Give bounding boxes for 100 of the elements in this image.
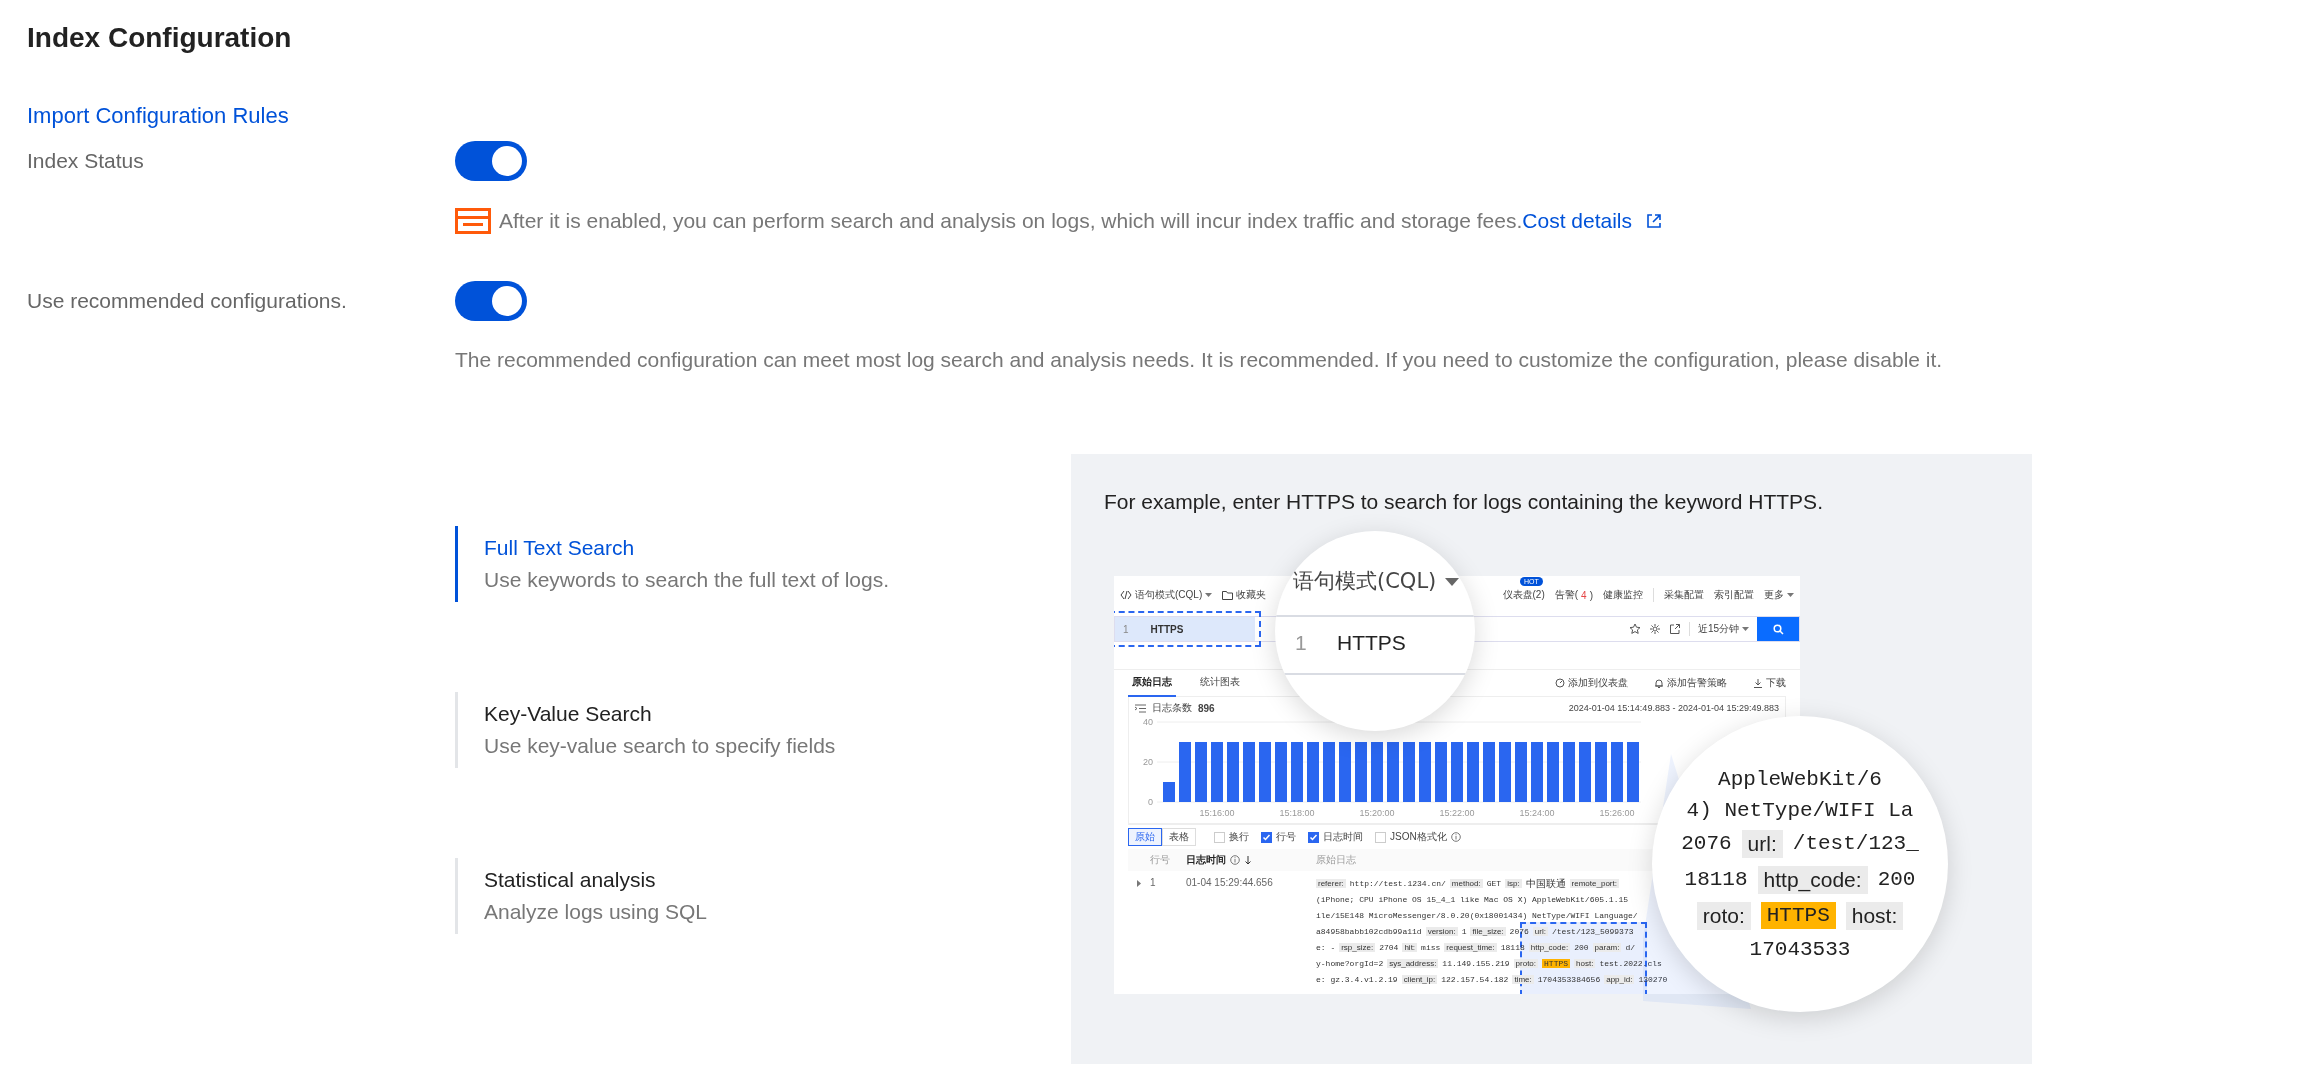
chart-bar <box>1499 742 1511 802</box>
checkbox[interactable] <box>1261 831 1272 843</box>
toolbar-action[interactable]: 添加告警策略 <box>1654 676 1727 690</box>
log-count-label: 日志条数 <box>1152 701 1192 715</box>
axis-label: 15:22:00 <box>1439 808 1475 818</box>
match-highlight: HTTPS <box>1760 902 1836 929</box>
field-value: /test/123_ <box>1792 832 1919 855</box>
field-value: a84958babb102cdb99a11d <box>1316 927 1422 936</box>
chart-bar <box>1291 742 1303 802</box>
chart-bar <box>1243 742 1255 802</box>
toolbar-action[interactable]: 添加到仪表盘 <box>1555 676 1628 690</box>
field-key: remote_port: <box>1569 879 1619 888</box>
field-value: d/ <box>1625 943 1636 952</box>
more-menu[interactable]: 更多 <box>1764 588 1794 602</box>
cost-details-link[interactable]: Cost details <box>1522 209 1633 232</box>
chart-bar <box>1595 742 1607 802</box>
query-text: HTTPS <box>1337 631 1406 655</box>
field-key: url: <box>1532 927 1548 936</box>
bell-icon <box>1654 678 1664 688</box>
nav-item[interactable]: 仪表盘(2) <box>1502 588 1545 602</box>
page-title: Index Configuration <box>27 22 293 54</box>
field-key: proto: <box>1513 959 1539 968</box>
view-toggle[interactable]: 原始 <box>1128 828 1162 846</box>
sort-arrow-icon[interactable] <box>1244 855 1252 865</box>
log-tab[interactable]: 原始日志 <box>1128 669 1176 697</box>
field-value: ile/15E148 MicroMessenger/8.0.20(0x18001434) NetType/WIFI Language/ <box>1316 911 1638 920</box>
nav-item[interactable]: 采集配置 <box>1664 588 1704 602</box>
checkbox[interactable] <box>1308 831 1319 843</box>
caret-icon <box>1445 577 1459 587</box>
feature-description: Analyze logs using SQL <box>484 900 708 924</box>
match-highlight: HTTPS <box>1542 959 1571 968</box>
chart-bar <box>1483 742 1495 802</box>
chart-bar <box>1451 742 1463 802</box>
caret-icon <box>1742 626 1749 632</box>
chart-bar <box>1179 742 1191 802</box>
search-button[interactable] <box>1757 617 1799 641</box>
field-key: file_size: <box>1470 927 1506 936</box>
chart-bar <box>1227 742 1239 802</box>
toggle-switch[interactable] <box>455 141 527 181</box>
field-value: 中国联通 <box>1525 876 1566 891</box>
chart-bar <box>1323 742 1335 802</box>
chart-bar <box>1275 742 1287 802</box>
field-key: rsp_size: <box>1339 943 1376 952</box>
field-key: time: <box>1512 975 1534 984</box>
field-value: 18118 <box>1500 943 1525 952</box>
axis-label: 40 <box>1143 717 1153 727</box>
toolbar-action[interactable]: 下载 <box>1753 676 1786 690</box>
share-icon[interactable] <box>1668 623 1681 635</box>
view-toggle[interactable]: 表格 <box>1162 828 1196 846</box>
field-value: 200 <box>1574 943 1589 952</box>
favorites-button[interactable]: 收藏夹 <box>1222 588 1267 602</box>
checkbox-label: 日志时间 <box>1323 830 1363 844</box>
star-icon[interactable] <box>1628 623 1641 635</box>
field-key: referer: <box>1316 879 1346 888</box>
log-tab[interactable]: 统计图表 <box>1196 669 1244 697</box>
chart-bar <box>1563 742 1575 802</box>
chart-bar <box>1515 742 1527 802</box>
expand-icon[interactable] <box>1136 880 1142 887</box>
field-value: e: gz.3.4.v1.2.19 <box>1316 975 1398 984</box>
field-key: param: <box>1592 943 1622 952</box>
query-editor[interactable]: 1 HTTPS <box>1115 617 1255 641</box>
field-key: version: <box>1425 927 1458 936</box>
axis-label: 15:24:00 <box>1519 808 1555 818</box>
axis-label: 0 <box>1148 797 1153 807</box>
field-value: 11.149.155.219 <box>1442 959 1510 968</box>
field-value: y-home?orgId=2 <box>1316 959 1384 968</box>
column-header: 日志时间 <box>1186 853 1226 867</box>
chart-bar <box>1419 742 1431 802</box>
download-icon <box>1753 678 1763 688</box>
axis-label: 15:20:00 <box>1359 808 1395 818</box>
field-value: e: - <box>1316 943 1336 952</box>
feature-title: Full Text Search <box>484 536 636 560</box>
field-key: sys_address: <box>1387 959 1439 968</box>
import-rules-link[interactable]: Import Configuration Rules <box>27 103 289 128</box>
column-header: 行号 <box>1150 853 1170 867</box>
nav-item[interactable]: 告警( 4 ) <box>1554 588 1593 602</box>
field-value: /test/123_5099373 <box>1551 927 1634 936</box>
search-icon <box>1772 623 1784 635</box>
field-value: 1 <box>1461 927 1467 936</box>
field-value: 130270 <box>1638 975 1668 984</box>
field-key: url: <box>1741 829 1783 858</box>
billing-note: After it is enabled, you can perform search and analysis on logs, which will incur index traffic and storage fees.Cost details <box>499 209 1633 233</box>
chart-bar <box>1627 742 1639 802</box>
external-link-icon[interactable] <box>1646 213 1663 229</box>
example-caption: For example, enter HTTPS to search for logs containing the keyword HTTPS. <box>1104 490 1824 514</box>
line-number: 1 <box>1295 631 1307 655</box>
chart-bar <box>1195 742 1207 802</box>
field-value: 4) NetType/WIFI La <box>1686 798 1914 822</box>
settings-icon[interactable] <box>1648 623 1661 635</box>
chart-bar <box>1163 782 1175 802</box>
query-mode-dropdown[interactable]: 语句模式(CQL) <box>1120 588 1213 602</box>
toggle-switch[interactable] <box>455 281 527 321</box>
time-range-dropdown[interactable]: 近15分钟 <box>1688 622 1749 636</box>
nav-item[interactable]: 索引配置 <box>1714 588 1754 602</box>
axis-label: 15:18:00 <box>1279 808 1315 818</box>
nav-item[interactable]: 健康监控 <box>1603 588 1643 602</box>
checkbox-label: 换行 <box>1229 830 1249 844</box>
setting-label: Use recommended configurations. <box>27 288 348 314</box>
chart-bar <box>1259 742 1271 802</box>
row-number: 1 <box>1150 877 1157 888</box>
